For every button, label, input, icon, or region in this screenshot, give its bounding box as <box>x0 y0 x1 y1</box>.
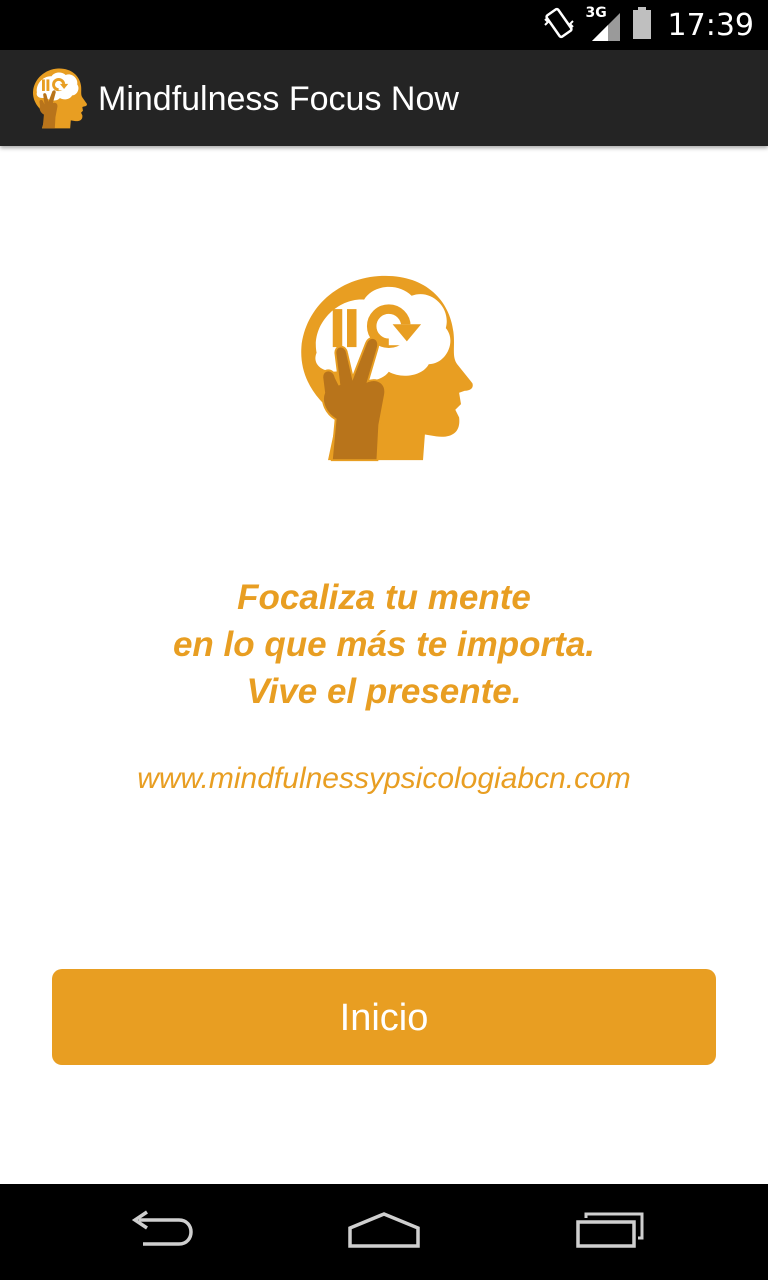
tagline-line-1: Focaliza tu mente <box>237 578 531 617</box>
mind-head-logo <box>290 268 480 468</box>
nav-bar <box>0 1184 768 1280</box>
start-button[interactable]: Inicio <box>52 969 716 1065</box>
recents-icon <box>574 1210 646 1255</box>
home-button[interactable] <box>314 1184 454 1280</box>
status-icons: 3G 17:39 <box>542 0 754 50</box>
tagline-line-2: en lo que más te importa. <box>172 625 596 664</box>
home-icon <box>346 1210 422 1255</box>
back-icon <box>125 1210 195 1255</box>
battery-icon <box>632 6 652 45</box>
tagline-line-3: Vive el presente. <box>246 672 522 711</box>
status-bar: 3G 17:39 <box>0 0 768 50</box>
status-time: 17:39 <box>667 7 754 43</box>
app-title: Mindfulness Focus Now <box>98 80 459 118</box>
signal-icon: 3G <box>586 5 622 43</box>
tagline: Focaliza tu mente en lo que más te impor… <box>0 574 768 715</box>
vibrate-icon <box>542 5 576 46</box>
action-bar: Mindfulness Focus Now <box>0 50 768 146</box>
recents-button[interactable] <box>540 1184 680 1280</box>
app-logo-icon[interactable] <box>26 66 90 130</box>
website-link[interactable]: www.mindfulnessypsicologiabcn.com <box>0 762 768 796</box>
back-button[interactable] <box>90 1184 230 1280</box>
